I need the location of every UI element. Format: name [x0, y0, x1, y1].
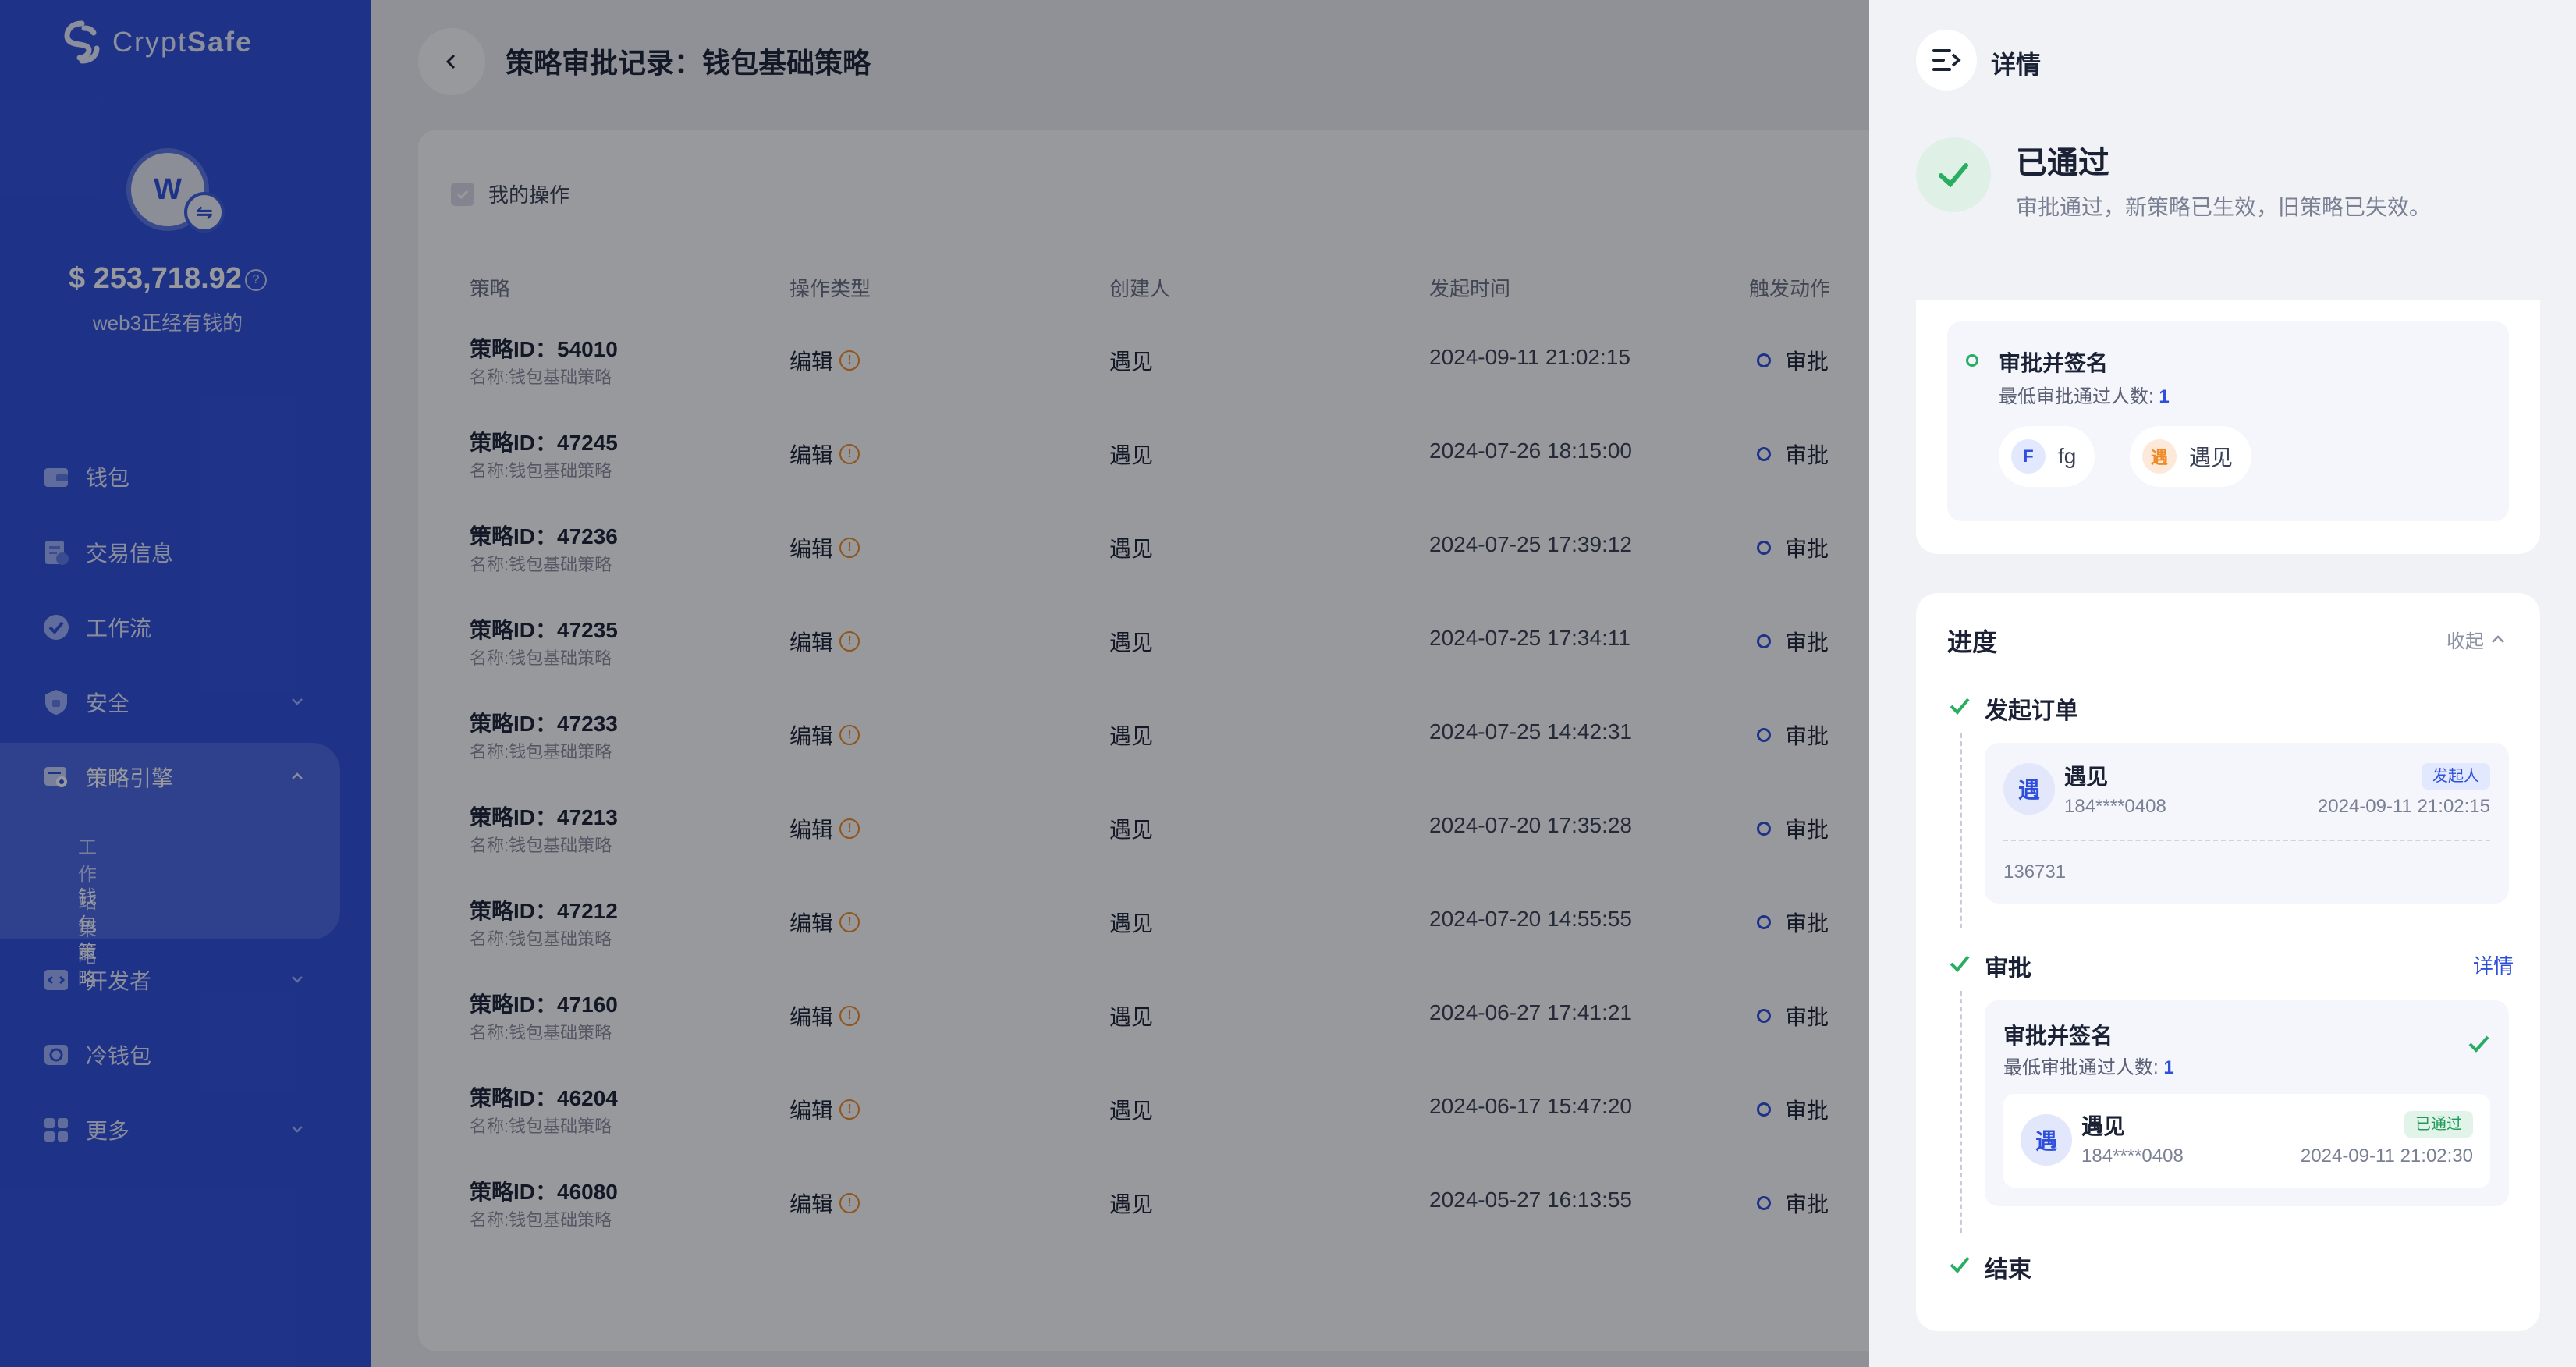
min-approvers-value: 1 — [2163, 1057, 2174, 1078]
step-approve-label: 审批 — [1985, 956, 2031, 982]
min-approvers: 最低审批通过人数: 1 — [2003, 1052, 2174, 1079]
approved-tag: 已通过 — [2404, 1111, 2473, 1138]
user-avatar: 遇 — [2021, 1114, 2072, 1166]
user-name: 遇见 — [2081, 1114, 2126, 1138]
approver-name: 遇见 — [2189, 446, 2234, 470]
initiator-tag: 发起人 — [2422, 763, 2490, 790]
modal-backdrop[interactable] — [0, 0, 1869, 1367]
collapse-drawer-icon[interactable] — [1916, 30, 1977, 91]
collapse-button[interactable]: 收起 — [2446, 626, 2507, 653]
min-approvers: 最低审批通过人数: 1 — [1999, 381, 2170, 408]
step-check-icon — [1950, 955, 1970, 972]
min-approvers-label: 最低审批通过人数: — [2003, 1057, 2164, 1078]
approved-check-icon — [1916, 137, 1991, 212]
user-phone: 184****0408 — [2081, 1145, 2184, 1166]
rule-status-dot-icon — [1966, 354, 1978, 367]
detail-drawer: 详情 已通过 审批通过，新策略已生效，旧策略已失效。 审批并签名 最低审批通过人… — [1869, 0, 2576, 1367]
progress-title: 进度 — [1947, 628, 1998, 656]
chevron-up-icon — [2492, 634, 2504, 643]
initiated-time: 2024-09-11 21:02:15 — [2317, 796, 2490, 817]
order-note: 136731 — [2003, 861, 2067, 882]
step-check-icon — [1950, 698, 1970, 715]
status-title: 已通过 — [2016, 146, 2109, 180]
step-check-icon — [1950, 1256, 1970, 1273]
approver-chip[interactable]: F fg — [1999, 426, 2095, 487]
divider — [2003, 840, 2490, 841]
approver-name: fg — [2058, 444, 2077, 468]
approver-chip[interactable]: 遇 遇见 — [2130, 426, 2252, 487]
step-end-label: 结束 — [1985, 1257, 2031, 1283]
approver-avatar: F — [2011, 439, 2046, 474]
approver-avatar: 遇 — [2142, 439, 2177, 474]
user-phone: 184****0408 — [2064, 796, 2166, 817]
approval-step-card: 审批并签名 最低审批通过人数: 1 遇 遇见 184****0408 已通过 2… — [1985, 1000, 2509, 1206]
timeline-connector — [1960, 991, 1962, 1233]
approval-rule-panel: 审批并签名 最低审批通过人数: 1 F fg 遇 遇见 — [1916, 300, 2540, 554]
user-name: 遇见 — [2064, 765, 2109, 789]
status-description: 审批通过，新策略已生效，旧策略已失效。 — [2016, 195, 2432, 219]
approval-rule-title: 审批并签名 — [2003, 1024, 2113, 1048]
approver-record: 遇 遇见 184****0408 已通过 2024-09-11 21:02:30 — [2003, 1094, 2490, 1188]
drawer-title: 详情 — [1991, 51, 2042, 79]
timeline-connector — [1960, 733, 1962, 928]
initiator-card: 遇 遇见 184****0408 发起人 2024-09-11 21:02:15… — [1985, 743, 2509, 904]
min-approvers-label: 最低审批通过人数: — [1999, 386, 2159, 407]
approved-check-icon — [2468, 1035, 2489, 1053]
collapse-label: 收起 — [2446, 631, 2484, 652]
approval-detail-link[interactable]: 详情 — [2473, 950, 2514, 979]
min-approvers-value: 1 — [2159, 386, 2170, 407]
user-avatar: 遇 — [2003, 763, 2055, 815]
approved-time: 2024-09-11 21:02:30 — [2300, 1145, 2473, 1166]
approval-rule-box: 审批并签名 最低审批通过人数: 1 F fg 遇 遇见 — [1947, 321, 2509, 521]
rule-title: 审批并签名 — [1999, 351, 2109, 375]
step-start-label: 发起订单 — [1985, 698, 2078, 724]
